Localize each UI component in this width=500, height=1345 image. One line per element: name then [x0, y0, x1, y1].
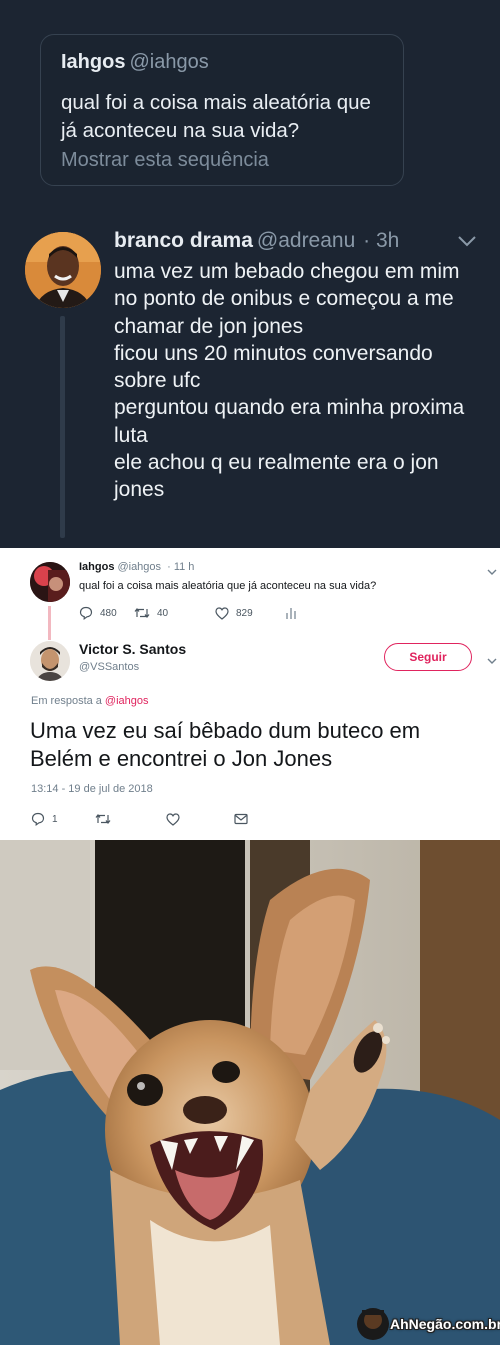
reply-tweet-header: branco drama @adreanu · 3h	[114, 229, 399, 253]
quoted-tweet-header: Iahgos @iahgos	[61, 51, 209, 74]
quoted-tweet-card[interactable]: Iahgos @iahgos qual foi a coisa mais alea…	[40, 34, 404, 186]
watermark: AhNegão.com.br	[390, 1316, 500, 1332]
in-reply-to: Em resposta a @iahgos	[31, 695, 149, 707]
avatar[interactable]	[30, 641, 70, 681]
reply-line: ele achou q eu realmente era o jon jones	[114, 451, 439, 502]
chevron-down-icon[interactable]	[486, 653, 498, 664]
reply-icon	[31, 812, 45, 826]
retweet-count: 40	[157, 607, 169, 619]
light-tweet-screenshot: Iahgos @iahgos · 11 h qual foi a coisa ma…	[0, 548, 500, 840]
original-tweet-text: qual foi a coisa mais aleatória que já a…	[79, 580, 377, 592]
reply-tweet-text: Uma vez eu saí bêbado dum buteco em Belé…	[30, 718, 421, 771]
dog-image	[0, 840, 500, 1345]
analytics-icon	[286, 608, 296, 619]
quoted-author-handle: @iahgos	[129, 51, 209, 73]
reply-tweet-actions: 1	[31, 810, 261, 830]
retweet-icon	[95, 814, 111, 824]
reply-author-handle: @adreanu	[256, 229, 356, 252]
thread-line	[60, 316, 65, 538]
direct-message-button[interactable]	[234, 810, 255, 828]
avatar[interactable]	[30, 562, 70, 602]
tweet-timestamp[interactable]: 13:14 - 19 de jul de 2018	[31, 783, 153, 795]
reply-count: 1	[52, 813, 58, 825]
thread-line	[48, 606, 51, 640]
reply-line: perguntou quando era minha proxima luta	[114, 396, 465, 447]
show-thread-link[interactable]: Mostrar esta sequência	[61, 149, 269, 172]
heart-icon	[215, 606, 229, 620]
quoted-tweet-text: qual foi a coisa mais aleatória que já a…	[61, 91, 371, 142]
original-author-handle: @iahgos	[117, 561, 162, 573]
reply-time: · 3h	[363, 229, 400, 252]
original-author-name: Iahgos	[79, 561, 115, 573]
in-reply-to-prefix: Em resposta a	[31, 695, 102, 707]
dog-reaction-photo	[0, 840, 500, 1345]
retweet-button[interactable]: 40	[134, 604, 168, 622]
quoted-author-name: Iahgos	[61, 51, 126, 73]
heart-icon	[166, 812, 180, 826]
retweet-button[interactable]	[95, 810, 118, 828]
analytics-button[interactable]	[285, 604, 304, 622]
reply-icon	[79, 606, 93, 620]
reply-author-name: branco drama	[114, 229, 253, 252]
chevron-down-icon[interactable]	[456, 232, 478, 250]
reply-author-handle: @VSSantos	[79, 661, 140, 673]
follow-button[interactable]: Seguir	[384, 643, 472, 671]
like-count: 829	[236, 607, 253, 619]
avatar[interactable]	[25, 232, 101, 308]
dark-tweet-screenshot: Iahgos @iahgos qual foi a coisa mais alea…	[0, 0, 500, 548]
original-tweet-actions: 480 40 829	[79, 604, 309, 624]
reply-tweet-text: uma vez um bebado chegou em mim no ponto…	[114, 258, 486, 504]
original-tweet-header: Iahgos @iahgos · 11 h	[79, 561, 194, 573]
reply-author-name: Victor S. Santos	[79, 641, 187, 657]
in-reply-to-handle[interactable]: @iahgos	[105, 695, 149, 707]
original-time: · 11 h	[167, 561, 195, 573]
reply-count: 480	[100, 607, 117, 619]
reply-line: ficou uns 20 minutos conversando sobre u…	[114, 341, 433, 393]
reply-button[interactable]: 1	[31, 810, 58, 828]
reply-button[interactable]: 480	[79, 604, 117, 622]
like-button[interactable]: 829	[215, 604, 253, 622]
envelope-icon	[234, 813, 248, 825]
reply-line: uma vez um bebado chegou em mim no ponto…	[114, 260, 460, 338]
retweet-icon	[134, 608, 150, 618]
like-button[interactable]	[166, 810, 187, 828]
chevron-down-icon[interactable]	[486, 564, 498, 575]
